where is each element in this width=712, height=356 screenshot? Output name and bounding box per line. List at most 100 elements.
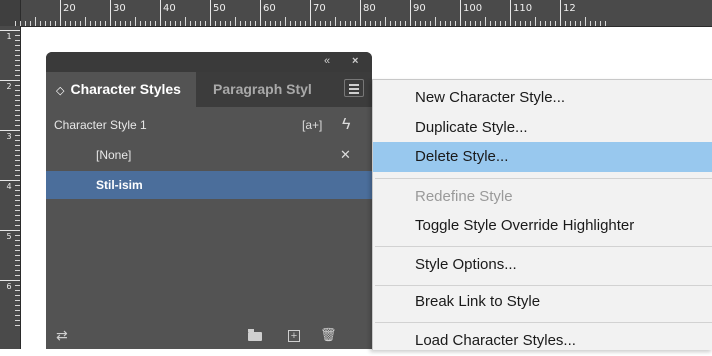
ruler-minor-tick [470,21,471,26]
list-item-stil-isim[interactable]: Stil-isim [46,171,372,199]
tab-label: Character Styles [70,81,181,97]
ruler-minor-tick [550,21,551,26]
ruler-minor-tick [15,105,20,106]
vertical-ruler[interactable]: 1 2 3 4 5 6 [0,26,21,349]
ruler-minor-tick [335,17,336,26]
ruler-major-tick [0,180,20,181]
ruler-minor-tick [100,21,101,26]
ruler-minor-tick [15,120,20,121]
ruler-minor-tick [600,21,601,26]
menu-item-style-options[interactable]: Style Options... [373,250,712,280]
ruler-minor-tick [585,17,586,26]
ruler-minor-tick [150,21,151,26]
load-styles-icon[interactable]: ⇄ [56,327,68,344]
ruler-minor-tick [15,215,20,216]
ruler-minor-tick [15,305,20,306]
ruler-minor-tick [475,21,476,26]
menu-item-new-character-style[interactable]: New Character Style... [373,83,712,113]
tab-character-styles[interactable]: ◇ Character Styles [46,72,196,107]
panel-menu-button[interactable] [344,79,364,97]
ruler-label: 100 [463,3,483,14]
ruler-minor-tick [250,21,251,26]
close-panel-icon[interactable]: × [352,55,358,67]
ruler-minor-tick [365,21,366,26]
list-item-label: Stil-isim [96,178,143,192]
ruler-minor-tick [15,140,20,141]
ruler-minor-tick [485,17,486,26]
ruler-minor-tick [270,21,271,26]
tab-paragraph-styles[interactable]: Paragraph Styl [196,72,336,107]
ruler-minor-tick [435,17,436,26]
horizontal-ruler[interactable]: 20 30 40 50 60 70 80 90 100 110 12 [0,0,712,27]
ruler-minor-tick [15,160,20,161]
ruler-minor-tick [15,265,20,266]
ruler-minor-tick [565,21,566,26]
ruler-minor-tick [15,300,20,301]
list-item-character-style-1[interactable]: Character Style 1 [a+] ϟ [46,111,372,139]
menu-item-duplicate-style[interactable]: Duplicate Style... [373,113,712,143]
menu-separator [375,285,712,286]
new-style-icon[interactable]: + [288,330,300,342]
list-item-label: [None] [96,148,132,162]
ruler-minor-tick [80,21,81,26]
ruler-minor-tick [535,17,536,26]
ruler-minor-tick [375,21,376,26]
ruler-minor-tick [300,21,301,26]
ruler-minor-tick [350,21,351,26]
ruler-minor-tick [345,21,346,26]
ruler-label: 4 [6,182,12,191]
ruler-minor-tick [595,21,596,26]
ruler-minor-tick [235,17,236,26]
ruler-label: 110 [513,3,533,14]
ruler-minor-tick [15,240,20,241]
menu-item-delete-style[interactable]: Delete Style... [373,142,712,172]
panel-titlebar[interactable]: « × [46,52,372,72]
ruler-minor-tick [15,50,20,51]
ruler-minor-tick [15,220,20,221]
ruler-minor-tick [225,21,226,26]
list-item-none[interactable]: [None] ✕ [46,141,372,169]
ruler-minor-tick [30,21,31,26]
ruler-minor-tick [480,21,481,26]
ruler-major-tick [310,0,311,26]
ruler-minor-tick [130,21,131,26]
ruler-minor-tick [185,17,186,26]
folder-icon[interactable] [248,329,262,341]
collapse-panel-icon[interactable]: « [324,55,330,67]
ruler-minor-tick [540,21,541,26]
ruler-label: 6 [6,282,12,291]
ruler-minor-tick [15,110,20,111]
ruler-label: 1 [6,32,12,41]
ruler-minor-tick [415,21,416,26]
ruler-minor-tick [605,21,606,26]
menu-item-redefine-style: Redefine Style [415,188,513,205]
lightning-icon[interactable]: ϟ [342,111,350,139]
menu-item-toggle-style-override-highlighter[interactable]: Toggle Style Override Highlighter [373,211,712,241]
ruler-minor-tick [15,75,20,76]
ruler-minor-tick [135,17,136,26]
ruler-major-tick [260,0,261,26]
ruler-minor-tick [340,21,341,26]
ruler-label: 2 [6,82,12,91]
style-override-icon[interactable]: [a+] [302,111,322,139]
ruler-major-tick [0,130,20,131]
ruler-minor-tick [445,21,446,26]
ruler-minor-tick [440,21,441,26]
ruler-minor-tick [15,205,20,206]
ruler-minor-tick [220,21,221,26]
ruler-minor-tick [190,21,191,26]
ruler-minor-tick [275,21,276,26]
ruler-minor-tick [15,295,20,296]
ruler-minor-tick [15,150,20,151]
ruler-minor-tick [90,21,91,26]
ruler-minor-tick [385,17,386,26]
ruler-corner[interactable] [0,0,21,26]
delete-style-icon[interactable]: 🗑 [320,327,337,343]
ruler-minor-tick [315,21,316,26]
menu-item-load-character-styles[interactable]: Load Character Styles... [373,326,712,356]
ruler-minor-tick [555,21,556,26]
ruler-label: 50 [213,3,226,14]
ruler-major-tick [160,0,161,26]
menu-item-break-link-to-style[interactable]: Break Link to Style [373,287,712,317]
ruler-minor-tick [325,21,326,26]
